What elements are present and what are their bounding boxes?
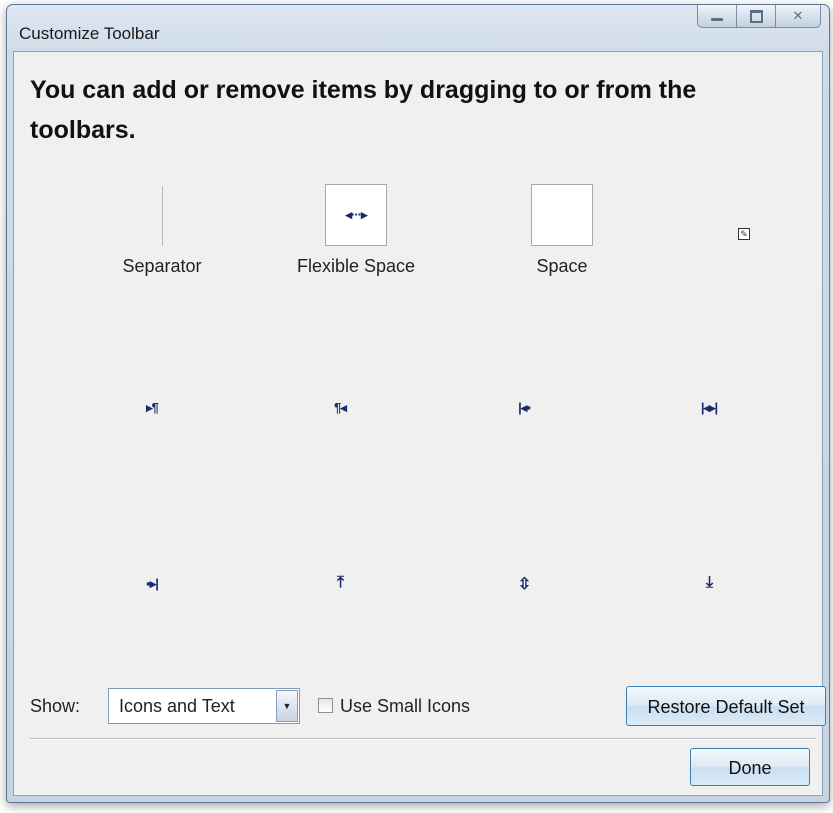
separator-item[interactable]: Separator — [72, 184, 252, 277]
indent-left-icon: |◂▪ — [518, 400, 531, 415]
options-bar: Show: Icons and Text ▼ Use Small Icons R… — [30, 686, 826, 726]
minimize-button[interactable] — [697, 5, 737, 28]
chevron-down-icon: ▼ — [282, 701, 292, 711]
align-middle-item[interactable]: ⇳ — [434, 574, 614, 594]
instructions-heading: You can add or remove items by dragging … — [30, 76, 697, 144]
indent-right-icon: ▪▸| — [146, 576, 159, 591]
show-select-value: Icons and Text — [119, 696, 235, 716]
rtl-paragraph-item[interactable]: ¶◂ — [250, 400, 430, 416]
space-item[interactable]: Space — [472, 184, 652, 277]
restore-default-set-button[interactable]: Restore Default Set — [626, 686, 826, 726]
separator-icon — [161, 186, 163, 246]
align-middle-icon: ⇳ — [517, 576, 531, 593]
flexible-space-label: Flexible Space — [296, 256, 416, 276]
title-bar[interactable]: Customize Toolbar ✕ — [7, 5, 829, 53]
done-button[interactable]: Done — [690, 748, 810, 786]
align-top-item[interactable]: ⤒ — [250, 574, 430, 592]
justify-width-icon: |◂▸| — [700, 400, 718, 415]
ltr-paragraph-icon: ▸¶ — [146, 400, 159, 415]
separator-label: Separator — [122, 256, 202, 276]
flexible-space-icon: ◂···▸ — [325, 184, 387, 246]
customize-toolbar-window: Customize Toolbar ✕ You can add or remov… — [6, 4, 830, 803]
minimize-icon — [711, 17, 723, 21]
space-label: Space — [536, 256, 588, 276]
edit-item[interactable]: ✎ — [654, 228, 833, 240]
use-small-icons-checkbox[interactable] — [318, 698, 333, 713]
dialog-content: You can add or remove items by dragging … — [13, 51, 826, 796]
show-select[interactable]: Icons and Text ▼ — [108, 688, 300, 724]
show-label: Show: — [30, 696, 81, 716]
align-bottom-icon: ⤓ — [705, 574, 713, 591]
indent-left-item[interactable]: |◂▪ — [434, 400, 614, 416]
flexible-space-item[interactable]: ◂···▸ Flexible Space — [266, 184, 446, 277]
maximize-button[interactable] — [737, 5, 776, 28]
space-icon — [531, 184, 593, 246]
use-small-icons-label[interactable]: Use Small Icons — [340, 696, 470, 717]
window-controls: ✕ — [697, 5, 821, 29]
align-top-icon: ⤒ — [336, 574, 344, 591]
close-icon: ✕ — [792, 8, 804, 23]
window-title: Customize Toolbar — [19, 24, 160, 43]
edit-icon: ✎ — [738, 228, 750, 240]
maximize-icon — [749, 9, 763, 23]
rtl-paragraph-icon: ¶◂ — [334, 400, 347, 415]
indent-right-item[interactable]: ▪▸| — [62, 576, 242, 592]
align-bottom-item[interactable]: ⤓ — [619, 574, 799, 592]
divider — [30, 738, 816, 740]
dropdown-arrow-button[interactable]: ▼ — [276, 690, 298, 722]
ltr-paragraph-item[interactable]: ▸¶ — [62, 400, 242, 416]
close-button[interactable]: ✕ — [776, 5, 821, 28]
justify-width-item[interactable]: |◂▸| — [619, 400, 799, 416]
